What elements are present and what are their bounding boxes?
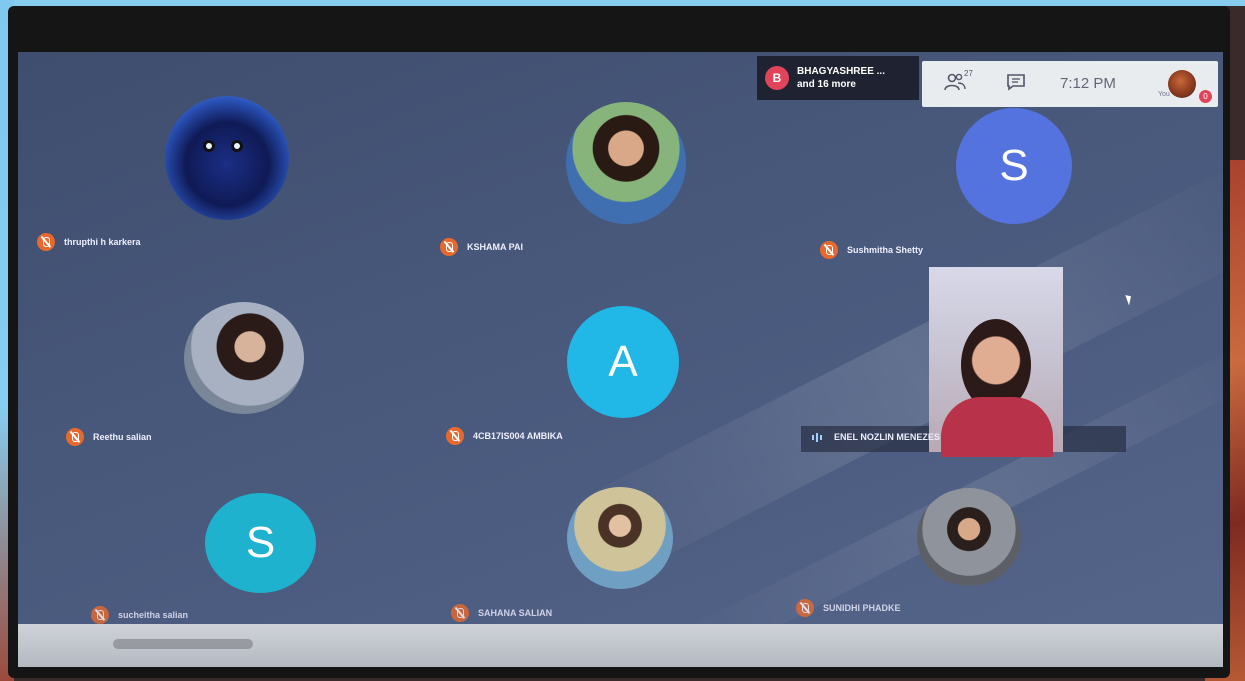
participant-avatar <box>184 302 304 414</box>
participant-name: Reethu salian <box>93 432 152 442</box>
participant-avatar: S <box>956 108 1072 224</box>
participant-name: ENEL NOZLIN MENEZES <box>834 432 940 442</box>
meeting-details-link[interactable] <box>113 639 253 649</box>
mic-off-icon <box>451 604 469 622</box>
self-avatar[interactable] <box>1168 70 1196 98</box>
mic-off-icon <box>446 427 464 445</box>
participant-name: SUNIDHI PHADKE <box>823 603 901 613</box>
chat-icon[interactable] <box>1006 73 1026 91</box>
cat-eye <box>231 140 243 152</box>
participant-name: SAHANA SALIAN <box>478 608 553 618</box>
participant-name-tag: SUNIDHI PHADKE <box>796 599 901 617</box>
avatar-letter: S <box>245 518 276 567</box>
top-toolbar: 27 7:12 PM You 0 <box>922 61 1218 107</box>
participant-count: 27 <box>964 69 973 78</box>
participant-name: KSHAMA PAI <box>467 242 523 252</box>
presenter-more: and 16 more <box>797 79 856 90</box>
participant-name-tag: SAHANA SALIAN <box>451 604 552 622</box>
participant-name-tag: Sushmitha Shetty <box>820 241 923 259</box>
participant-avatar: A <box>567 306 679 418</box>
participant-video <box>929 267 1063 457</box>
participant-name: Sushmitha Shetty <box>847 245 924 255</box>
participant-name-tag: thrupthi h karkera <box>37 233 141 251</box>
presenter-chip[interactable]: B BHAGYASHREE ... and 16 more <box>757 56 919 100</box>
participant-avatar <box>917 488 1021 586</box>
avatar-letter: S <box>999 141 1029 190</box>
speaking-indicator-icon <box>812 432 826 442</box>
participant-avatar <box>567 487 673 589</box>
avatar-letter: A <box>608 337 638 386</box>
video-body <box>941 397 1053 457</box>
participant-avatar: S <box>205 493 316 593</box>
participant-avatar <box>566 102 686 224</box>
self-label: You <box>1158 91 1170 98</box>
presenter-label: BHAGYASHREE ... and 16 more <box>797 65 885 91</box>
bottom-control-bar[interactable] <box>18 624 1223 667</box>
people-icon[interactable] <box>944 71 966 93</box>
mic-off-icon <box>796 599 814 617</box>
participant-name-tag: Reethu salian <box>66 428 152 446</box>
mic-off-icon <box>820 241 838 259</box>
participant-name-tag: KSHAMA PAI <box>440 238 523 256</box>
mic-off-icon <box>91 606 109 624</box>
participant-name: sucheitha salian <box>118 610 189 620</box>
participant-name-tag: 4CB17IS004 AMBIKA <box>446 427 563 445</box>
participant-name-tag: ENEL NOZLIN MENEZES <box>812 432 940 442</box>
participant-name: thrupthi h karkera <box>64 237 141 247</box>
presenter-name: BHAGYASHREE ... <box>797 66 885 77</box>
mic-off-icon <box>440 238 458 256</box>
mic-off-icon <box>66 428 84 446</box>
presenter-avatar: B <box>765 66 789 90</box>
participant-avatar <box>165 96 289 220</box>
clock: 7:12 PM <box>1060 75 1116 92</box>
participant-name: 4CB17IS004 AMBIKA <box>473 431 563 441</box>
cat-eye <box>203 140 215 152</box>
mic-off-icon <box>37 233 55 251</box>
participant-name-tag: sucheitha salian <box>91 606 188 624</box>
notification-badge: 0 <box>1199 90 1212 103</box>
